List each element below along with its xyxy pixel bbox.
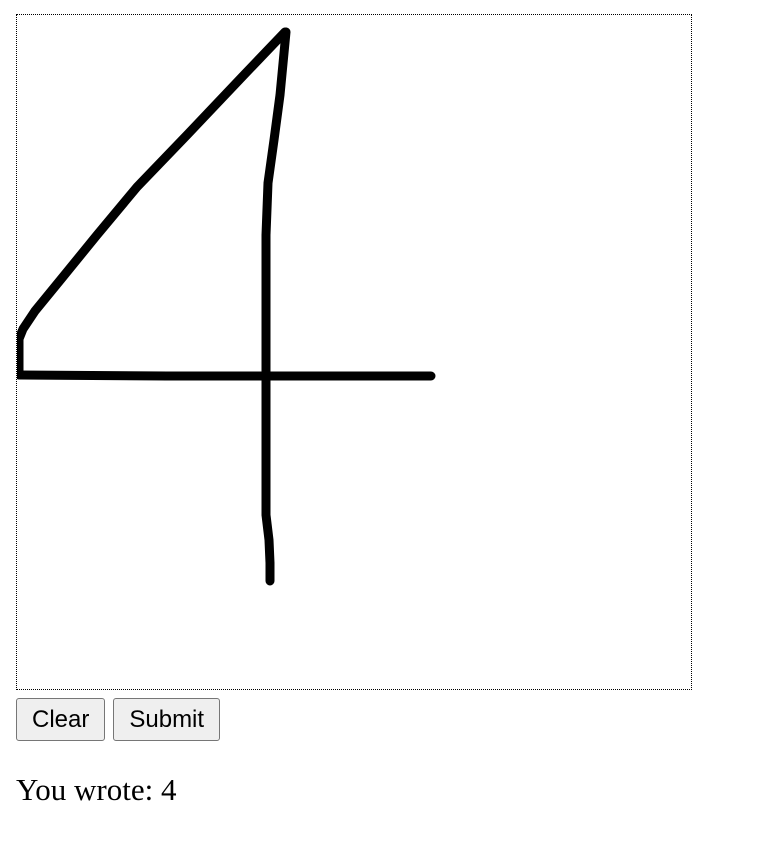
digit-stroke-crossbar [17, 370, 436, 381]
submit-button[interactable]: Submit [113, 698, 221, 741]
recognition-result: You wrote: 4 [16, 772, 177, 807]
digit-stroke-vertical [261, 27, 291, 586]
drawing-canvas[interactable] [16, 14, 692, 690]
digit-stroke-diagonal [17, 27, 290, 380]
clear-button[interactable]: Clear [16, 698, 106, 741]
handwritten-digit-drawing [17, 27, 436, 586]
controls-row: Clear Submit [16, 698, 221, 741]
